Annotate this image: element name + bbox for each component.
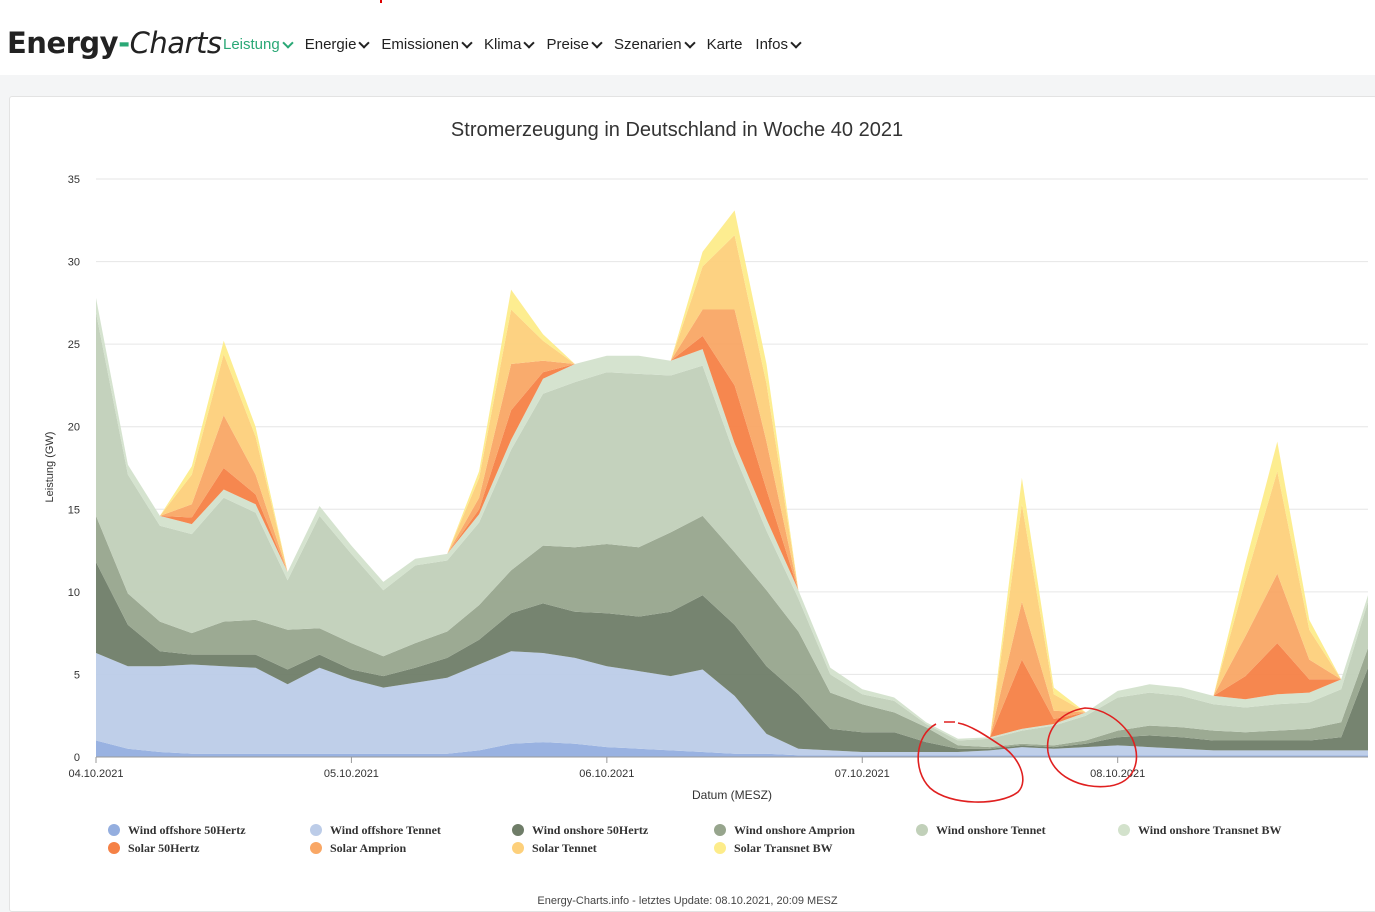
legend-label: Wind offshore 50Hertz	[128, 823, 246, 837]
legend-item[interactable]: Solar Tennet	[512, 841, 597, 855]
y-tick-label: 35	[68, 174, 80, 186]
x-axis-label: Datum (MESZ)	[692, 788, 772, 802]
legend-marker	[512, 824, 524, 836]
x-tick-label: 05.10.2021	[324, 768, 379, 780]
chart-title: Stromerzeugung in Deutschland in Woche 4…	[451, 119, 903, 141]
legend-label: Wind onshore Transnet BW	[1138, 823, 1281, 837]
legend-label: Wind onshore Tennet	[936, 823, 1046, 837]
legend-label: Solar Transnet BW	[734, 841, 833, 855]
y-tick-label: 10	[68, 587, 80, 599]
legend-marker	[310, 824, 322, 836]
legend-item[interactable]: Wind onshore Tennet	[916, 823, 1046, 837]
legend-marker	[714, 824, 726, 836]
chart-series-areas	[96, 210, 1368, 757]
legend-item[interactable]: Wind offshore Tennet	[310, 823, 441, 837]
legend-marker	[1118, 824, 1130, 836]
legend-item[interactable]: Solar Transnet BW	[714, 841, 833, 855]
legend-item[interactable]: Wind onshore 50Hertz	[512, 823, 649, 837]
legend-item[interactable]: Wind onshore Transnet BW	[1118, 823, 1281, 837]
y-tick-label: 0	[74, 752, 80, 764]
legend-label: Solar 50Hertz	[128, 841, 200, 855]
power-generation-chart: Stromerzeugung in Deutschland in Woche 4…	[44, 119, 1368, 855]
x-tick-label: 04.10.2021	[68, 768, 123, 780]
x-tick-label: 07.10.2021	[835, 768, 890, 780]
legend-marker	[714, 842, 726, 854]
x-tick-label: 08.10.2021	[1090, 768, 1145, 780]
legend-item[interactable]: Solar 50Hertz	[108, 841, 200, 855]
legend-marker	[310, 842, 322, 854]
y-tick-label: 20	[68, 422, 80, 434]
y-tick-label: 5	[74, 669, 80, 681]
y-axis-label: Leistung (GW)	[44, 432, 56, 503]
legend-item[interactable]: Wind onshore Amprion	[714, 823, 855, 837]
legend-item[interactable]: Solar Amprion	[310, 841, 406, 855]
legend-marker	[108, 824, 120, 836]
y-tick-label: 15	[68, 504, 80, 516]
legend-label: Wind onshore 50Hertz	[532, 823, 649, 837]
legend-label: Wind onshore Amprion	[734, 823, 855, 837]
y-tick-label: 25	[68, 339, 80, 351]
footer-update-text: Energy-Charts.info - letztes Update: 08.…	[537, 895, 838, 907]
legend-label: Wind offshore Tennet	[330, 823, 441, 837]
legend-marker	[512, 842, 524, 854]
legend-item[interactable]: Wind offshore 50Hertz	[108, 823, 246, 837]
legend-label: Solar Tennet	[532, 841, 597, 855]
legend-marker	[108, 842, 120, 854]
legend-label: Solar Amprion	[330, 841, 406, 855]
y-tick-label: 30	[68, 257, 80, 269]
x-tick-label: 06.10.2021	[579, 768, 634, 780]
legend-marker	[916, 824, 928, 836]
chart-legend: Wind offshore 50Hertz Wind offshore Tenne…	[108, 823, 1281, 855]
